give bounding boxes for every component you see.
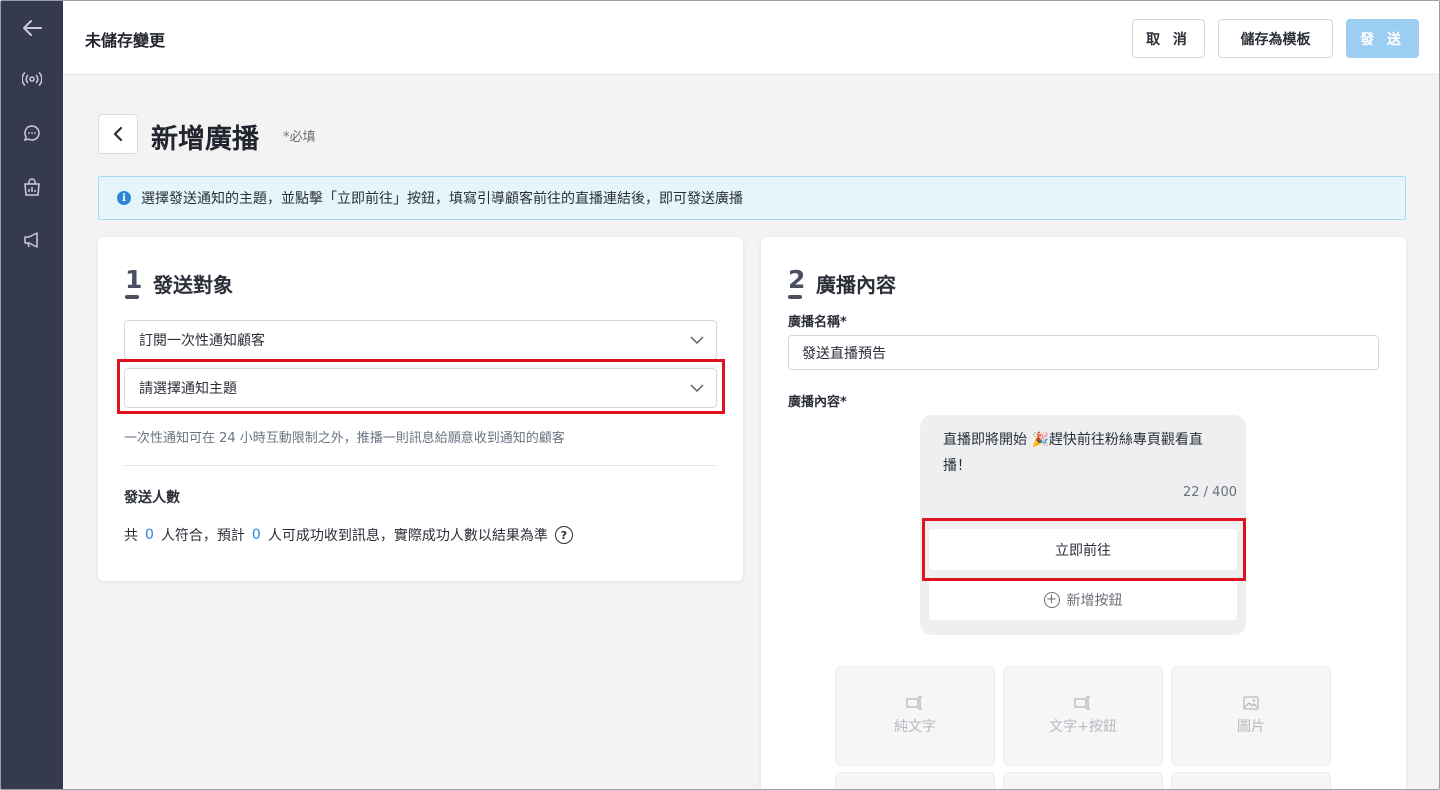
text-cursor-icon (906, 696, 922, 710)
save-as-template-button[interactable]: 儲存為模板 (1218, 19, 1333, 58)
broadcast-name-input[interactable]: 發送直播預告 (788, 335, 1379, 370)
count-suffix: 人可成功收到訊息，實際成功人數以結果為準 (267, 528, 548, 544)
char-count: 22 / 400 (1183, 485, 1237, 500)
unsaved-changes-title: 未儲存變更 (85, 31, 166, 50)
audience-card: 1 發送對象 訂閱一次性通知顧客 請選擇通知主題 一次性通知可在 24 小時互動… (98, 237, 743, 581)
count-mid: 人符合，預計 (160, 528, 245, 544)
cancel-button[interactable]: 取 消 (1132, 19, 1205, 58)
page-back-button[interactable] (98, 114, 138, 154)
chevron-left-icon (113, 126, 123, 142)
type-tile-label: 純文字 (894, 719, 936, 735)
chat-icon[interactable] (18, 119, 46, 147)
info-icon: i (117, 191, 131, 205)
step-underline (788, 295, 802, 299)
topic-select-placeholder: 請選擇通知主題 (139, 381, 237, 397)
count-prefix: 共 (124, 528, 138, 544)
type-tile-label: 文字+按鈕 (1049, 719, 1117, 735)
highlight-box (922, 518, 1246, 581)
step-number: 1 (125, 265, 143, 294)
type-tile-text[interactable]: 純文字 (835, 666, 995, 766)
content-card: 2 廣播內容 廣播名稱* 發送直播預告 廣播內容* 直播即將開始 🎉趕快前往粉絲… (761, 237, 1406, 789)
type-tile-partial[interactable] (835, 772, 995, 789)
send-button[interactable]: 發 送 (1346, 19, 1419, 58)
recipient-count-label: 發送人數 (124, 490, 180, 506)
type-tile-image[interactable]: 圖片 (1171, 666, 1331, 766)
help-icon[interactable]: ? (554, 526, 573, 544)
chevron-down-icon (690, 384, 704, 393)
step-number: 2 (788, 265, 806, 294)
step-underline (125, 295, 139, 299)
type-tile-partial[interactable] (1003, 772, 1163, 789)
type-tile-text-button[interactable]: 文字+按鈕 (1003, 666, 1163, 766)
info-banner: i 選擇發送通知的主題，並點擊「立即前往」按鈕，填寫引導顧客前往的直播連結後，即… (98, 176, 1406, 220)
expected-count: 0 (251, 527, 261, 543)
type-tile-label: 圖片 (1237, 719, 1265, 735)
audience-select[interactable]: 訂閱一次性通知顧客 (124, 320, 717, 360)
megaphone-icon[interactable] (18, 226, 46, 254)
text-cursor-icon (1074, 696, 1090, 710)
sidebar (1, 1, 63, 789)
broadcast-icon[interactable] (18, 65, 46, 93)
recipient-count-line: 共 0 人符合，預計 0 人可成功收到訊息，實際成功人數以結果為準 ? (124, 525, 573, 545)
topic-select[interactable]: 請選擇通知主題 (124, 368, 717, 408)
add-button-label: 新增按鈕 (1066, 592, 1123, 609)
plus-circle-icon: + (1043, 591, 1060, 608)
broadcast-content-label: 廣播內容* (788, 395, 847, 410)
add-button[interactable]: + 新增按鈕 (929, 579, 1237, 620)
top-bar: 未儲存變更 取 消 儲存為模板 發 送 (63, 1, 1439, 75)
back-arrow-icon[interactable] (18, 14, 46, 42)
message-text[interactable]: 直播即將開始 🎉趕快前往粉絲專頁觀看直播！ (943, 427, 1228, 479)
one-time-notice-hint: 一次性通知可在 24 小時互動限制之外，推播一則訊息給願意收到通知的顧客 (124, 431, 565, 446)
step-title: 廣播內容 (816, 273, 896, 297)
page-title: 新增廣播 (151, 124, 259, 155)
image-icon (1243, 696, 1259, 710)
type-tile-partial[interactable] (1171, 772, 1331, 789)
shop-analytics-icon[interactable] (18, 173, 46, 201)
step-title: 發送對象 (153, 273, 233, 297)
required-note: *必填 (283, 130, 316, 145)
chevron-down-icon (690, 336, 704, 345)
audience-select-value: 訂閱一次性通知顧客 (139, 333, 265, 349)
broadcast-name-label: 廣播名稱* (788, 315, 847, 330)
app-window: 未儲存變更 取 消 儲存為模板 發 送 新增廣播 *必填 i 選擇發送通知的主題… (0, 0, 1440, 790)
divider (124, 465, 717, 466)
info-text: 選擇發送通知的主題，並點擊「立即前往」按鈕，填寫引導顧客前往的直播連結後，即可發… (141, 191, 743, 207)
matched-count: 0 (145, 527, 154, 543)
